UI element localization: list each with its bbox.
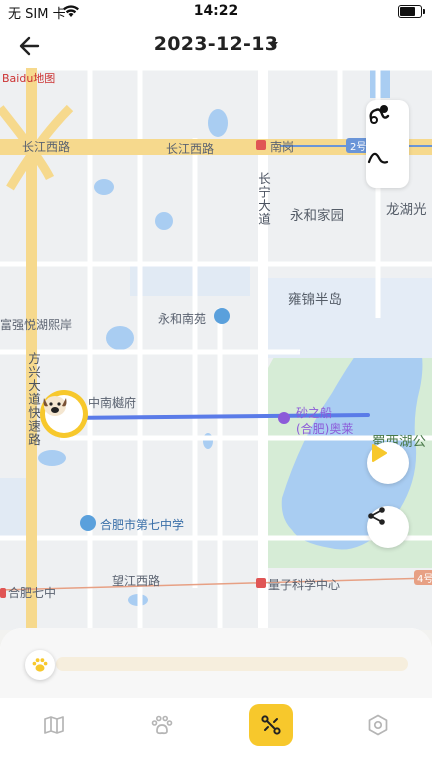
tab-settings[interactable]: [356, 704, 400, 746]
tab-bar: [0, 698, 432, 768]
poi-label: 合肥七中: [8, 586, 57, 600]
road-label: 长宁大道: [256, 172, 271, 226]
poi-label: 合肥市第七中学: [100, 518, 185, 532]
curve-toggle-button[interactable]: [366, 146, 409, 188]
timeline-handle[interactable]: [25, 650, 55, 680]
timeline-track[interactable]: [56, 657, 408, 671]
status-time: 14:22: [193, 3, 239, 19]
poi-label: (合肥)奥莱: [296, 422, 354, 436]
metro-line-badge: 4号: [414, 570, 432, 585]
poi-label: 中南樾府: [88, 396, 137, 410]
paw-icon: [151, 715, 173, 735]
map-icon: [44, 716, 64, 734]
pet-avatar-marker[interactable]: [40, 390, 88, 438]
poi-label: 量子科学中心: [268, 578, 341, 592]
curve-icon: [367, 152, 389, 164]
road-label: 长江西路: [22, 140, 71, 154]
date-selector[interactable]: 2023-12-13: [0, 33, 432, 55]
poi-label: 龙湖光: [386, 202, 427, 218]
dog-face-icon: [43, 395, 83, 433]
poi-label: 雍锦半岛: [288, 292, 342, 308]
road-label: 望江西路: [112, 574, 161, 588]
pet-route-button[interactable]: [366, 102, 409, 144]
share-button[interactable]: [367, 506, 409, 548]
caret-down-icon[interactable]: [268, 42, 278, 48]
play-icon: [372, 444, 387, 462]
tab-map[interactable]: [32, 704, 76, 746]
tab-track[interactable]: [249, 704, 293, 746]
paw-icon: [32, 658, 48, 672]
poi-label: 永和南苑: [158, 312, 207, 326]
battery-icon: [398, 5, 425, 18]
baidu-logo-text: Baidu地图: [2, 72, 56, 85]
share-icon: [368, 507, 385, 525]
pet-route-icon: [369, 105, 390, 124]
hexagon-settings-icon: [368, 714, 388, 736]
poi-label: 南岗: [270, 140, 295, 154]
status-bar: 无 SIM 卡 14:22: [0, 0, 432, 24]
poi-label: 富强悦湖熙岸: [0, 318, 73, 332]
top-bar: 2023-12-13: [0, 24, 432, 68]
route-icon: [261, 715, 281, 735]
poi-label: 永和家园: [290, 208, 344, 224]
road-label: 长江西路: [166, 142, 215, 156]
poi-label: 砂之船: [296, 406, 333, 420]
tab-pet[interactable]: [140, 704, 184, 746]
date-label: 2023-12-13: [153, 33, 279, 55]
map-view[interactable]: Baidu地图 长江西路 长江西路 南岗 2号 长宁大道 永和家园 龙湖光 雍锦…: [0, 68, 432, 630]
map-tools-panel: [366, 100, 409, 188]
baidu-map-logo: Baidu地图: [2, 70, 55, 86]
play-button[interactable]: [367, 442, 409, 484]
